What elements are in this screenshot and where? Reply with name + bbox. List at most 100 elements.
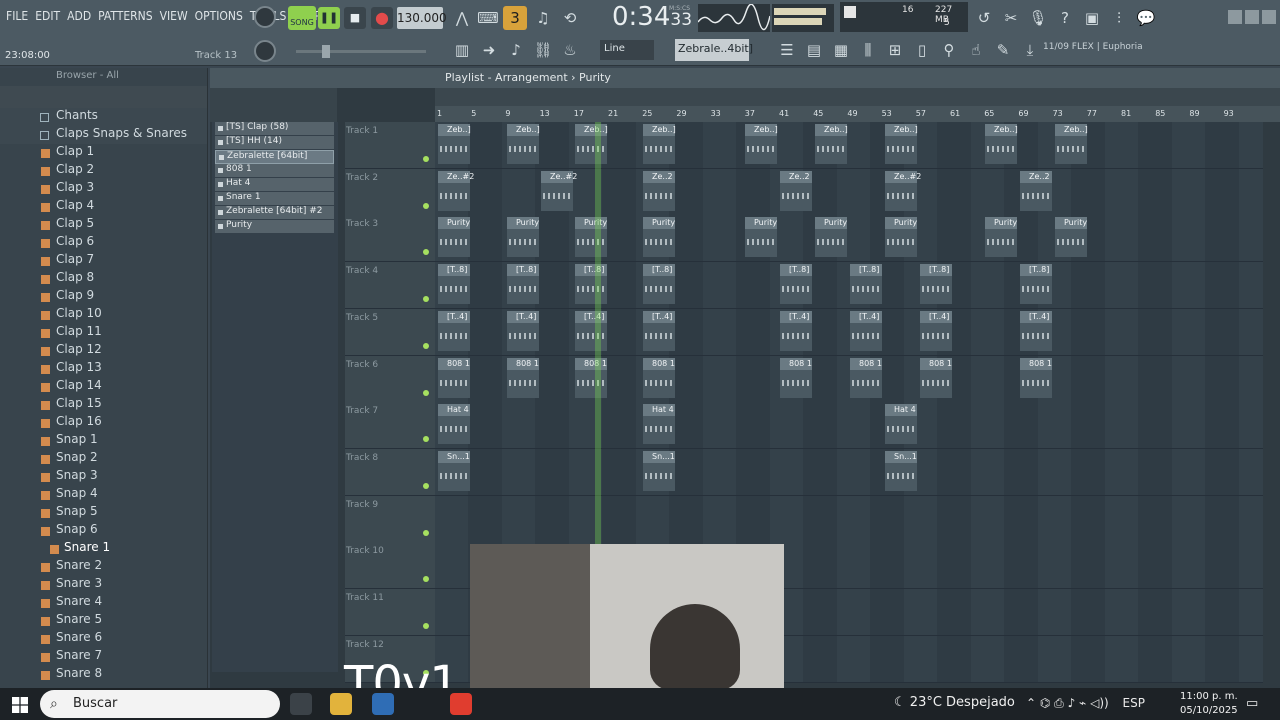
task-view-icon[interactable] bbox=[290, 693, 312, 715]
pattern-clip[interactable]: Purity bbox=[885, 217, 917, 258]
track-row[interactable]: Track 4 [T..8] [T..8] [T..8] [T..8] [T..8] [T.… bbox=[345, 262, 1263, 310]
plugin-icon[interactable]: ♪ bbox=[504, 38, 528, 62]
browser-item[interactable]: Clap 6 bbox=[0, 234, 207, 252]
track-lane[interactable]: Hat 4 Hat 4 Hat 4 bbox=[435, 402, 1263, 449]
stop-button[interactable]: ■ bbox=[344, 7, 366, 29]
pattern-picker-item[interactable]: Snare 1 bbox=[215, 192, 334, 206]
master-volume-knob[interactable] bbox=[254, 6, 276, 28]
pattern-clip[interactable]: [T..4] bbox=[1020, 310, 1052, 351]
browser-item[interactable]: Clap 2 bbox=[0, 162, 207, 180]
pattern-clip[interactable]: 808 1 bbox=[507, 357, 539, 398]
pattern-clip[interactable]: 808 1 bbox=[575, 357, 607, 398]
track-lane[interactable] bbox=[435, 495, 1263, 542]
channel-rack-icon[interactable]: ▤ bbox=[802, 38, 826, 62]
pattern-clip[interactable]: [T..4] bbox=[438, 310, 470, 351]
browser-item[interactable]: Clap 1 bbox=[0, 144, 207, 162]
pattern-clip[interactable]: [T..8] bbox=[643, 264, 675, 305]
pattern-clip[interactable]: [T..8] bbox=[920, 264, 952, 305]
pattern-clip[interactable]: Hat 4 bbox=[438, 404, 470, 445]
track-lane[interactable]: Purity Purity Purity Purity Purity Purity Puri… bbox=[435, 215, 1263, 262]
browser-item[interactable]: Clap 5 bbox=[0, 216, 207, 234]
link-icon[interactable]: ⛓ bbox=[531, 38, 555, 62]
pattern-clip[interactable]: Sn...1 bbox=[438, 450, 470, 491]
browser-item[interactable]: Snap 1 bbox=[0, 432, 207, 450]
pattern-clip[interactable]: Sn...1 bbox=[643, 450, 675, 491]
browser-item[interactable]: Snap 3 bbox=[0, 468, 207, 486]
pattern-clip[interactable]: [T..8] bbox=[850, 264, 882, 305]
tools-icon[interactable]: ✎ bbox=[991, 38, 1015, 62]
browser-item[interactable]: Snare 4 bbox=[0, 594, 207, 612]
pattern-picker-item[interactable]: [TS] HH (14) bbox=[215, 136, 334, 150]
tempo-display[interactable]: 130.000 bbox=[397, 7, 447, 29]
track-row[interactable]: Track 2 Ze..#2 Ze..#2 Ze..2 Ze..2 Ze..#2 Ze..2 bbox=[345, 168, 1263, 216]
track-header[interactable]: Track 11 bbox=[345, 589, 435, 635]
pattern-clip[interactable]: [T..8] bbox=[507, 264, 539, 305]
windows-start-icon[interactable] bbox=[12, 697, 28, 713]
browser-item[interactable]: Snare 7 bbox=[0, 648, 207, 666]
browser-item[interactable]: Clap 15 bbox=[0, 396, 207, 414]
pattern-clip[interactable]: Ze..2 bbox=[1020, 170, 1052, 211]
plugin-db-icon[interactable]: ⚲ bbox=[937, 38, 961, 62]
browser-item[interactable]: Clap 14 bbox=[0, 378, 207, 396]
browser-item[interactable]: Snare 2 bbox=[0, 558, 207, 576]
play-button[interactable]: ❚❚ bbox=[318, 7, 340, 29]
playlist-icon[interactable]: ☰ bbox=[775, 38, 799, 62]
track-header[interactable]: Track 10 bbox=[345, 542, 435, 589]
track-row[interactable]: Track 8 Sn...1 Sn...1 Sn...1 bbox=[345, 448, 1263, 496]
track-header[interactable]: Track 9 bbox=[345, 495, 435, 542]
pattern-clip[interactable]: Zeb..] bbox=[438, 124, 471, 164]
track-lane[interactable]: [T..4] [T..4] [T..4] [T..4] [T..4] [T..4] [T..… bbox=[435, 308, 1263, 355]
arrow-icon[interactable]: ➜ bbox=[477, 38, 501, 62]
taskbar-search[interactable]: ⌕ Buscar bbox=[40, 690, 280, 718]
track-lane[interactable]: Ze..#2 Ze..#2 Ze..2 Ze..2 Ze..#2 Ze..2 bbox=[435, 168, 1263, 215]
pattern-clip[interactable]: 808 1 bbox=[1020, 357, 1052, 398]
track-lane[interactable]: [T..8] [T..8] [T..8] [T..8] [T..8] [T..8] [T..… bbox=[435, 262, 1263, 309]
track-enable-led[interactable] bbox=[423, 156, 429, 162]
piano-icon[interactable]: ▦ bbox=[829, 38, 853, 62]
pattern-clip[interactable]: [T..4] bbox=[920, 310, 952, 351]
pattern-picker-item[interactable]: [TS] Clap (58) bbox=[215, 122, 334, 136]
track-row[interactable]: Track 9 bbox=[345, 495, 1263, 543]
track-header[interactable]: Track 4 bbox=[345, 262, 435, 309]
browser-item[interactable]: Clap 13 bbox=[0, 360, 207, 378]
track-header[interactable]: Track 8 bbox=[345, 448, 435, 495]
track-header[interactable]: Track 1 bbox=[345, 122, 435, 168]
cut-icon[interactable]: ✂ bbox=[999, 6, 1023, 30]
record-button[interactable]: ● bbox=[371, 7, 393, 29]
pattern-clip[interactable]: Hat 4 bbox=[885, 404, 917, 445]
track-enable-led[interactable] bbox=[423, 436, 429, 443]
menu-item[interactable]: ADD bbox=[67, 9, 91, 23]
track-row[interactable]: Track 7 Hat 4 Hat 4 Hat 4 bbox=[345, 402, 1263, 450]
pattern-clip[interactable]: Ze..#2 bbox=[885, 170, 921, 211]
browser-folder[interactable]: Chants bbox=[0, 108, 207, 126]
master-pitch-knob[interactable] bbox=[254, 40, 276, 62]
pattern-clip[interactable]: Hat 4 bbox=[643, 404, 675, 445]
track-enable-led[interactable] bbox=[423, 529, 429, 536]
snap-select[interactable]: Line bbox=[600, 40, 654, 60]
minimize-icon[interactable] bbox=[1228, 10, 1242, 24]
pattern-clip[interactable]: [T..8] bbox=[1020, 264, 1052, 305]
browser-item[interactable]: Clap 9 bbox=[0, 288, 207, 306]
browser-item[interactable]: Clap 12 bbox=[0, 342, 207, 360]
pattern-picker-item[interactable]: Zebralette [64bit] bbox=[215, 150, 334, 164]
notifications-icon[interactable]: ▭ bbox=[1246, 696, 1258, 711]
pattern-clip[interactable]: 808 1 bbox=[920, 357, 952, 398]
pattern-clip[interactable]: 808 1 bbox=[643, 357, 675, 398]
loop-record-icon[interactable]: ⟲ bbox=[558, 6, 582, 30]
pattern-song-toggle[interactable]: SONG bbox=[288, 6, 316, 30]
browser-item[interactable]: Clap 10 bbox=[0, 306, 207, 324]
track-row[interactable]: Track 6 808 1 808 1 808 1 808 1 808 1 808 1 808… bbox=[345, 355, 1263, 403]
track-enable-led[interactable] bbox=[423, 576, 429, 583]
menu-item[interactable]: OPTIONS bbox=[195, 9, 243, 23]
pattern-clip[interactable]: [T..4] bbox=[507, 310, 539, 351]
metronome-icon[interactable]: ⋀ bbox=[450, 6, 474, 30]
pattern-picker-item[interactable]: Zebralette [64bit] #2 bbox=[215, 206, 334, 220]
browser-item[interactable]: Snap 4 bbox=[0, 486, 207, 504]
mixer-icon[interactable]: ⫶ bbox=[1107, 6, 1131, 30]
pattern-clip[interactable]: Ze..#2 bbox=[438, 170, 474, 211]
browser-item[interactable]: Clap 7 bbox=[0, 252, 207, 270]
browser-folder[interactable]: Claps Snaps & Snares bbox=[0, 126, 207, 144]
app-icon[interactable] bbox=[372, 693, 394, 715]
track-row[interactable]: Track 5 [T..4] [T..4] [T..4] [T..4] [T..4] [T.… bbox=[345, 308, 1263, 356]
pattern-clip[interactable]: Purity bbox=[985, 217, 1017, 258]
